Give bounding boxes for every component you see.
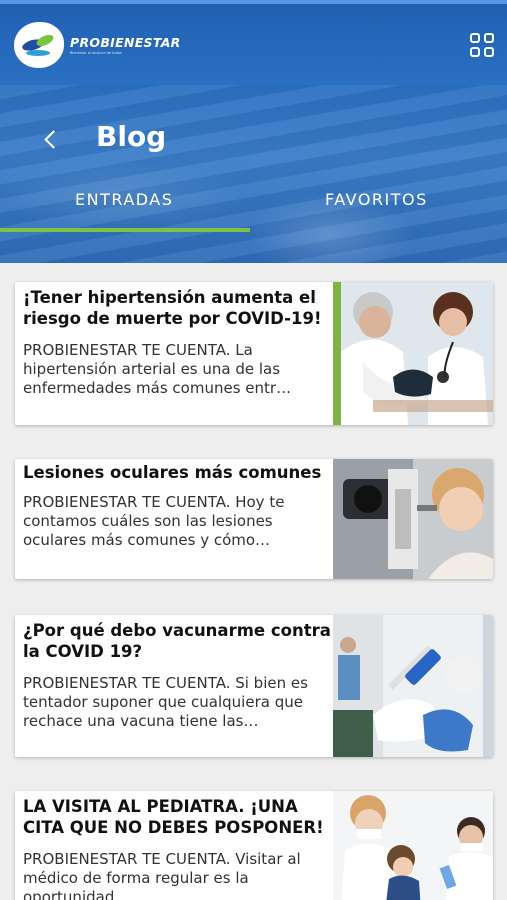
tab-entradas[interactable]: ENTRADAS: [75, 190, 173, 209]
logo-mark-icon: [14, 22, 64, 68]
post-excerpt: PROBIENESTAR TE CUENTA. Hoy te contamos …: [23, 493, 285, 549]
page-title: Blog: [96, 120, 167, 153]
post-card[interactable]: Lesiones oculares más comunes PROBIENEST…: [15, 459, 493, 579]
active-tab-indicator: [0, 228, 250, 232]
app-screen: PROBIENESTAR Bienestar al alcance de tod…: [0, 0, 507, 900]
post-excerpt: PROBIENESTAR TE CUENTA. Si bien es tenta…: [23, 674, 308, 730]
post-excerpt: PROBIENESTAR TE CUENTA. Visitar al médic…: [23, 850, 301, 900]
brand-name: PROBIENESTAR: [70, 35, 181, 50]
eye-exam-image: [333, 459, 493, 579]
logo-text: PROBIENESTAR Bienestar al alcance de tod…: [70, 35, 181, 55]
doctor-blood-pressure-image: [333, 282, 493, 425]
post-excerpt: PROBIENESTAR TE CUENTA. La hipertensión …: [23, 341, 292, 397]
post-text: ¡Tener hipertensión aumenta el riesgo de…: [15, 282, 335, 398]
pediatrician-visit-image: [333, 791, 493, 900]
header: PROBIENESTAR Bienestar al alcance de tod…: [0, 0, 507, 263]
brand-tagline: Bienestar al alcance de todos: [70, 51, 122, 55]
post-text: LA VISITA AL PEDIATRA. ¡UNA CITA QUE NO …: [15, 791, 335, 900]
post-card[interactable]: ¡Tener hipertensión aumenta el riesgo de…: [15, 282, 493, 425]
brand-logo[interactable]: PROBIENESTAR Bienestar al alcance de tod…: [14, 22, 181, 68]
post-card[interactable]: LA VISITA AL PEDIATRA. ¡UNA CITA QUE NO …: [15, 791, 493, 900]
post-title: LA VISITA AL PEDIATRA. ¡UNA CITA QUE NO …: [23, 797, 324, 837]
post-card[interactable]: ¿Por qué debo vacunarme contra la COVID …: [15, 615, 493, 757]
post-text: ¿Por qué debo vacunarme contra la COVID …: [15, 615, 335, 731]
post-title: Lesiones oculares más comunes: [23, 463, 322, 482]
back-arrow-icon[interactable]: [40, 126, 64, 154]
vaccine-syringe-image: [333, 615, 493, 757]
grid-menu-icon[interactable]: [470, 33, 496, 59]
tab-favoritos[interactable]: FAVORITOS: [325, 190, 428, 209]
post-text: Lesiones oculares más comunes PROBIENEST…: [15, 459, 335, 550]
status-line: [0, 0, 507, 4]
post-title: ¿Por qué debo vacunarme contra la COVID …: [23, 621, 331, 661]
post-title: ¡Tener hipertensión aumenta el riesgo de…: [23, 288, 322, 328]
